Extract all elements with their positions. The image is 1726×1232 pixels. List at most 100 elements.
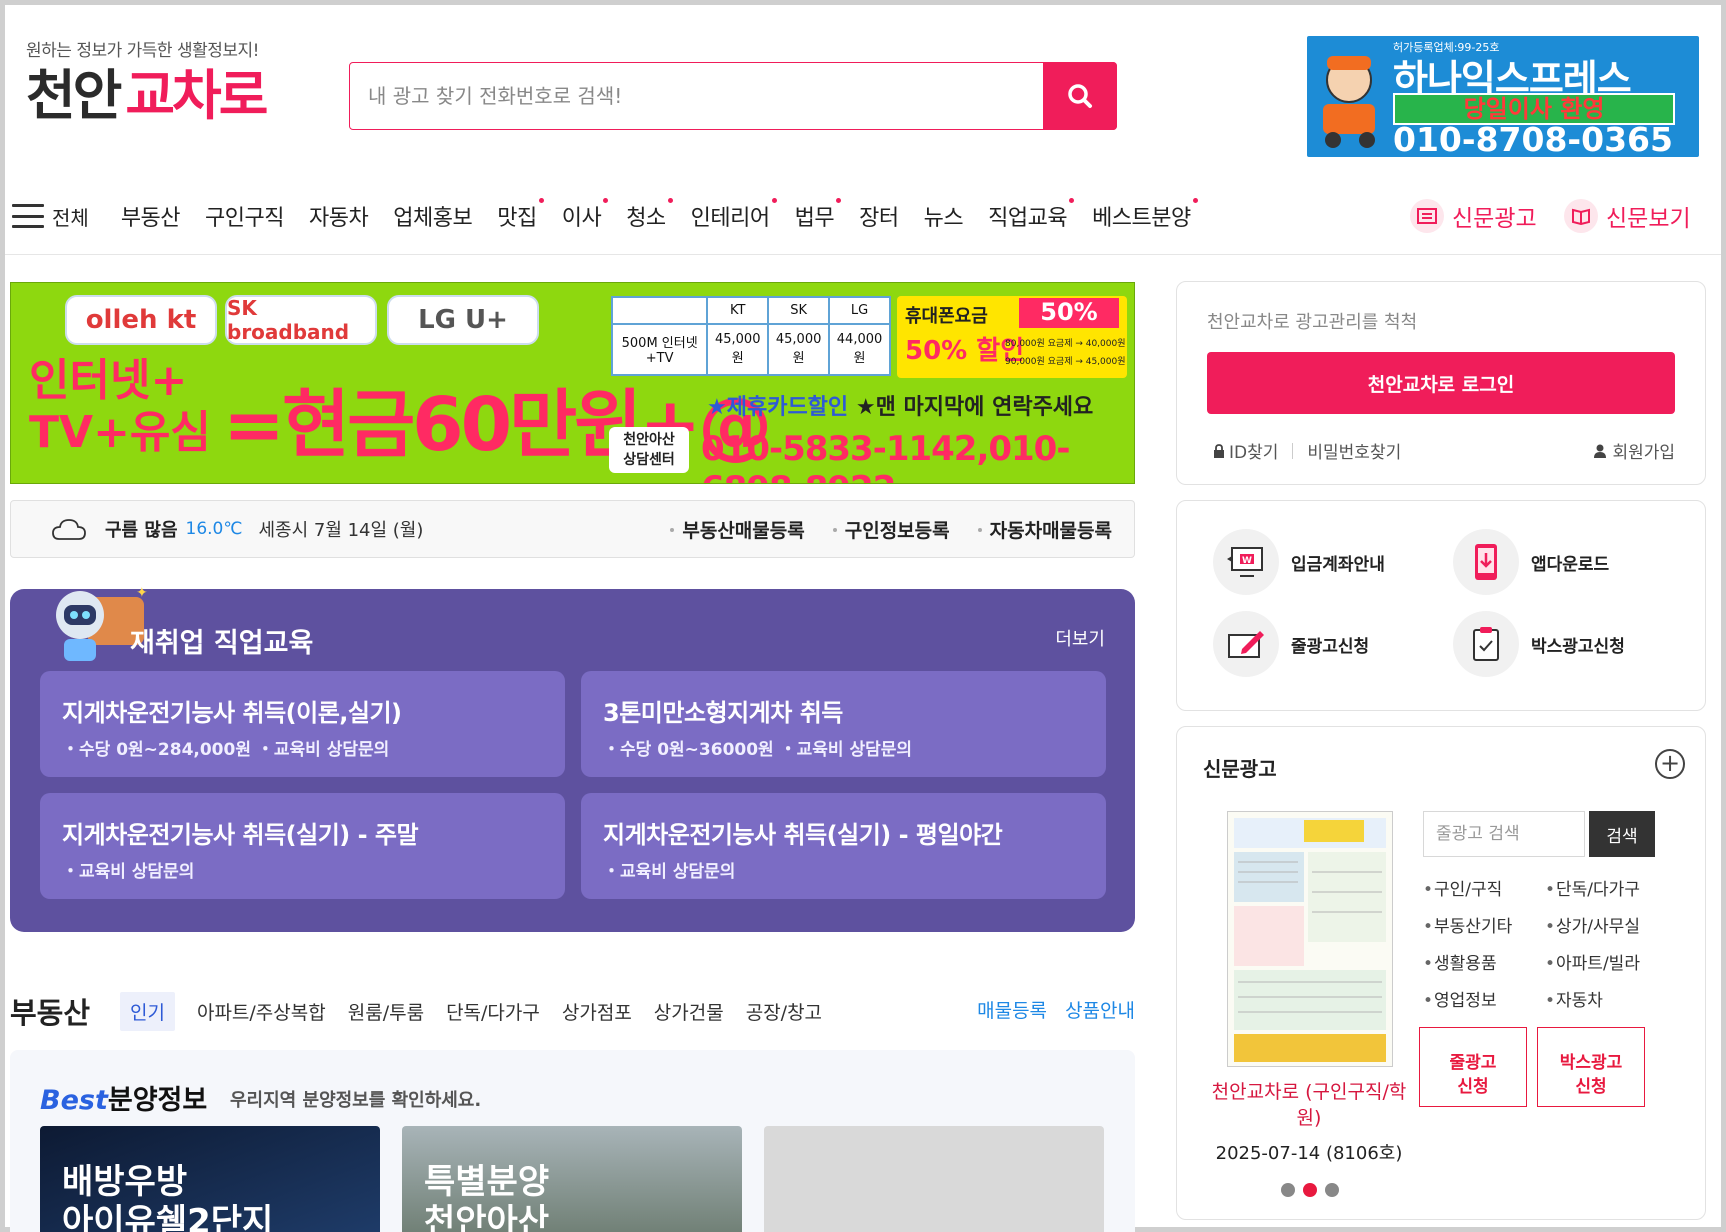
search-input[interactable] [368,63,1028,128]
nav-all[interactable]: 전체 [52,202,89,231]
newspaper-date: 2025-07-14 (8106호) [1215,1143,1403,1164]
newspaper-thumbnail[interactable] [1227,811,1393,1067]
tab-oneroom[interactable]: 원룸/투룸 [348,998,424,1025]
sale-card[interactable] [764,1126,1104,1232]
line-ad-search-input[interactable] [1423,811,1585,857]
category-link[interactable]: 부동산기타 [1423,912,1545,937]
hamburger-menu-icon[interactable] [12,204,44,228]
category-link[interactable]: 아파트/빌라 [1545,949,1663,974]
top-banner-ad[interactable]: 허가등록업체:99-25호 하나익스프레스 당일이사 환영 010-8708-0… [1307,36,1699,157]
nav-item-best-sale[interactable]: 베스트분양 [1092,198,1198,232]
search-box [349,61,1117,130]
category-link[interactable]: 생활용품 [1423,949,1545,974]
book-icon [1564,199,1598,233]
category-link[interactable]: 자동차 [1545,986,1663,1011]
mobile-line-2: 90,000원 요금제 → 45,000원 [1005,357,1126,367]
edu-card-sub: ・교육비 상담문의 [603,862,736,882]
join-label: 회원가입 [1612,443,1675,463]
edu-card-sub: ・수당 0원~284,000원 ・교육비 상담문의 [62,740,390,760]
nav-item-news[interactable]: 뉴스 [923,200,964,232]
carousel-dot-active[interactable] [1303,1183,1317,1197]
register-realestate-link[interactable]: 부동산매물등록 [670,516,805,543]
banner-headline-left-2: TV+유심 [29,407,211,458]
services-panel: W 입금계좌안내 앱다운로드 줄광고신청 박스광고신청 [1176,500,1706,711]
category-link[interactable]: 영업정보 [1423,986,1545,1011]
edu-card[interactable]: 지게차운전기능사 취득(실기) - 주말 ・교육비 상담문의 [40,793,565,899]
nav-item-business[interactable]: 업체홍보 [393,200,472,232]
category-link[interactable]: 구인/구직 [1423,875,1545,900]
box-ad-apply-button[interactable]: 박스광고 신청 [1537,1027,1645,1107]
tab-building[interactable]: 상가건물 [654,998,724,1025]
service-label: 앱다운로드 [1531,554,1610,575]
nav-item-jobs[interactable]: 구인구직 [205,200,284,232]
service-line-ad[interactable]: 줄광고신청 [1213,611,1369,677]
tab-popular[interactable]: 인기 [120,992,175,1031]
best-sale-title: Best분양정보 [40,1078,207,1117]
newspaper-ad-link[interactable]: 신문광고 [1410,196,1537,236]
nav-item-label: 법무 [794,206,835,231]
tab-house[interactable]: 단독/다가구 [446,998,540,1025]
banner-mid-plain: ★맨 마지막에 연락주세요 [855,395,1094,420]
nav-item-label: 구인구직 [205,206,285,231]
price-table-header: LG [828,296,891,325]
sale-card[interactable]: 배방우방 아이유쉘2단지 [40,1126,380,1232]
svg-text:✦: ✦ [136,585,148,601]
join-link[interactable]: 회원가입 [1593,438,1675,463]
nav-item-realestate[interactable]: 부동산 [121,200,181,232]
sale-card-text: 특별분양 천안아산 [424,1162,549,1232]
edu-card-title: 지게차운전기능사 취득(이론,실기) [62,699,402,727]
tab-factory[interactable]: 공장/창고 [746,998,822,1025]
line-ad-apply-label: 줄광고 신청 [1449,1053,1497,1097]
search-button[interactable] [1043,61,1117,130]
service-app-download[interactable]: 앱다운로드 [1453,529,1609,595]
nav-item-moving[interactable]: 이사 [562,198,609,232]
nav-item-label: 베스트분양 [1092,206,1191,231]
find-password-link[interactable]: 비밀번호찾기 [1307,438,1401,463]
price-table-header: KT [706,296,770,325]
tab-store[interactable]: 상가점포 [562,998,632,1025]
site-logo[interactable]: 원하는 정보가 가득한 생활정보지! 천안 교차로 [26,36,268,127]
edu-card[interactable]: 지게차운전기능사 취득(이론,실기) ・수당 0원~284,000원 ・교육비 … [40,671,565,777]
category-link[interactable]: 단독/다가구 [1545,875,1663,900]
banner-logo-sk: SK broadband [225,295,377,345]
nav-item-legal[interactable]: 법무 [794,198,842,232]
nav-new-dot [836,198,842,203]
register-car-link[interactable]: 자동차매물등록 [977,516,1112,543]
nav-item-label: 뉴스 [923,206,964,231]
service-deposit-account[interactable]: W 입금계좌안내 [1213,529,1385,595]
edu-card[interactable]: 3톤미만소형지게차 취득 ・수당 0원~36000원 ・교육비 상담문의 [581,671,1106,777]
nav-item-market[interactable]: 장터 [859,200,899,232]
find-id-link[interactable]: ID찾기 [1229,438,1278,463]
nav-item-interior[interactable]: 인테리어 [691,198,777,232]
nav-item-job-training[interactable]: 직업교육 [988,198,1075,232]
service-box-ad[interactable]: 박스광고신청 [1453,611,1625,677]
job-education-section: ✦ 재취업 직업교육 더보기 지게차운전기능사 취득(이론,실기) ・수당 0원… [10,585,1135,932]
logo-wordmark: 천안 교차로 [26,65,268,127]
main-nav: 전체 부동산 구인구직 자동차 업체홍보 맛집 이사 청소 인테리어 법무 장터… [12,196,1216,236]
tab-apartment[interactable]: 아파트/주상복합 [197,998,326,1025]
login-button[interactable]: 천안교차로 로그인 [1207,352,1675,414]
carousel-dot[interactable] [1281,1183,1295,1197]
listing-register-link[interactable]: 매물등록 [977,1000,1047,1022]
sale-card[interactable]: 특별분양 천안아산 [402,1126,742,1232]
edu-card-sub: ・교육비 상담문의 [62,862,195,882]
nav-item-restaurants[interactable]: 맛집 [497,198,544,232]
newspaper-view-link[interactable]: 신문보기 [1564,196,1691,236]
nav-item-cars[interactable]: 자동차 [309,200,369,232]
product-info-link[interactable]: 상품안내 [1065,1000,1135,1022]
carousel-dot[interactable] [1325,1183,1339,1197]
line-ad-apply-button[interactable]: 줄광고 신청 [1419,1027,1527,1107]
register-job-link[interactable]: 구인정보등록 [832,516,950,543]
line-ad-search-button[interactable]: 검색 [1589,811,1655,857]
plus-circle-icon[interactable]: + [1655,749,1685,779]
newspaper-caption[interactable]: 천안교차로 (구인구직/학원) [1203,1079,1415,1131]
sale-card-line-2: 천안아산 [424,1202,550,1232]
nav-item-cleaning[interactable]: 청소 [626,198,673,232]
edu-card-title: 지게차운전기능사 취득(실기) - 평일야간 [603,821,1003,849]
edu-more-link[interactable]: 더보기 [1055,625,1105,651]
category-link[interactable]: 상가/사무실 [1545,912,1663,937]
weather-bar: 구름 많음 16.0℃ 세종시 7월 14일 (월) 부동산매물등록 구인정보등… [10,500,1135,558]
main-banner-ad[interactable]: olleh kt SK broadband LG U+ KT SK LG 500… [10,282,1135,484]
realestate-links: 매물등록 상품안내 [965,996,1135,1023]
edu-card[interactable]: 지게차운전기능사 취득(실기) - 평일야간 ・교육비 상담문의 [581,793,1106,899]
